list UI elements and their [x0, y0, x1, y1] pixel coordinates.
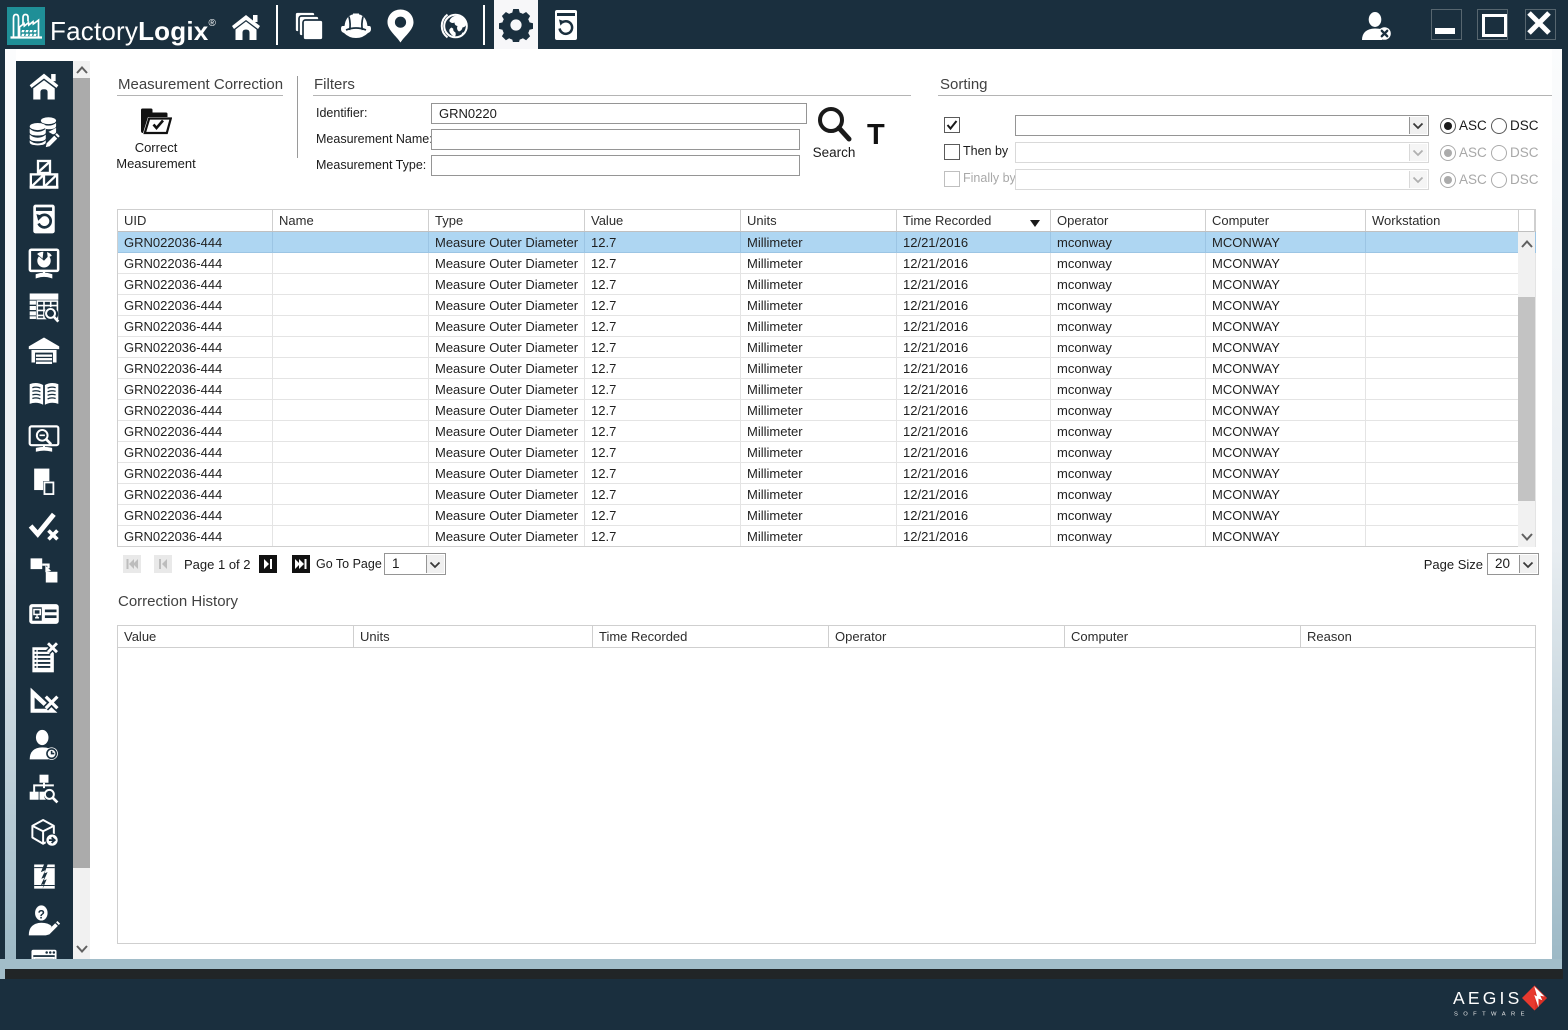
- svg-text:SOFTWARE: SOFTWARE: [1454, 1012, 1530, 1018]
- svg-text:AEGIS: AEGIS: [1453, 988, 1523, 1008]
- svg-text:?: ?: [38, 908, 45, 921]
